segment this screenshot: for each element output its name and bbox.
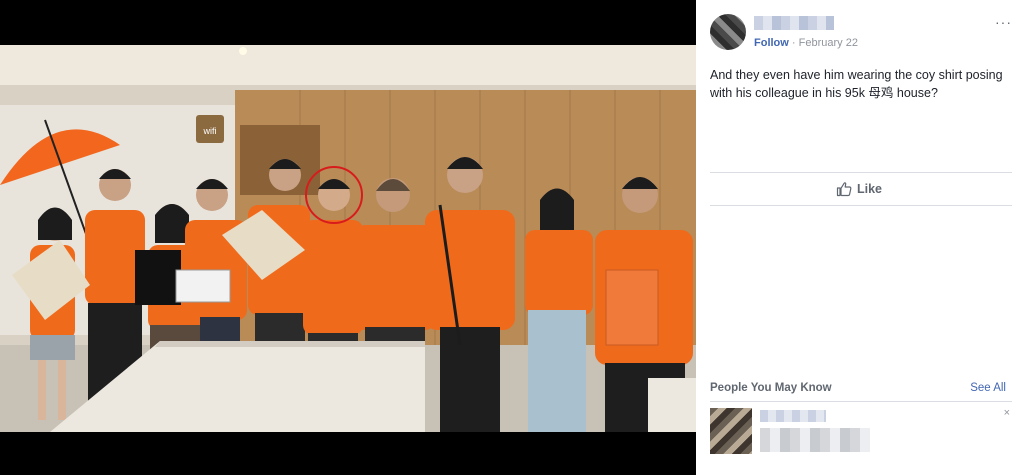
- thumbs-up-icon: [836, 182, 852, 197]
- ceiling-light: [239, 47, 247, 55]
- more-options-icon[interactable]: ···: [995, 14, 1012, 30]
- like-label: Like: [857, 182, 883, 196]
- photo-viewer: wifi: [0, 0, 696, 475]
- suggested-person-avatar[interactable]: [710, 408, 752, 454]
- suggested-person-details-blurred: [760, 428, 870, 452]
- document-board: [175, 269, 231, 303]
- post-text: And they even have him wearing the coy s…: [710, 68, 1003, 100]
- post-date[interactable]: February 22: [799, 37, 858, 49]
- post-side-panel: ··· Follow · February 22 And they even h…: [696, 0, 1024, 475]
- like-button[interactable]: Like: [836, 181, 882, 197]
- see-all-link[interactable]: See All: [970, 382, 1006, 394]
- pymk-divider: [710, 401, 1012, 402]
- divider-top: [710, 172, 1012, 173]
- ceiling: [0, 45, 696, 85]
- black-bag: [135, 250, 181, 305]
- divider-bottom: [710, 205, 1012, 206]
- post-photo[interactable]: wifi: [0, 45, 696, 432]
- photo-illustration: wifi: [0, 45, 696, 432]
- author-avatar[interactable]: [710, 14, 746, 50]
- post-meta: Follow · February 22: [754, 37, 858, 49]
- wifi-sign-text: wifi: [203, 126, 217, 136]
- suggested-person-name-blurred[interactable]: [760, 410, 826, 422]
- follow-link[interactable]: Follow: [754, 37, 789, 49]
- meta-separator: ·: [791, 37, 796, 49]
- close-icon[interactable]: ×: [1004, 407, 1010, 419]
- author-name-blurred[interactable]: [754, 16, 834, 30]
- people-you-may-know-title: People You May Know: [710, 382, 832, 394]
